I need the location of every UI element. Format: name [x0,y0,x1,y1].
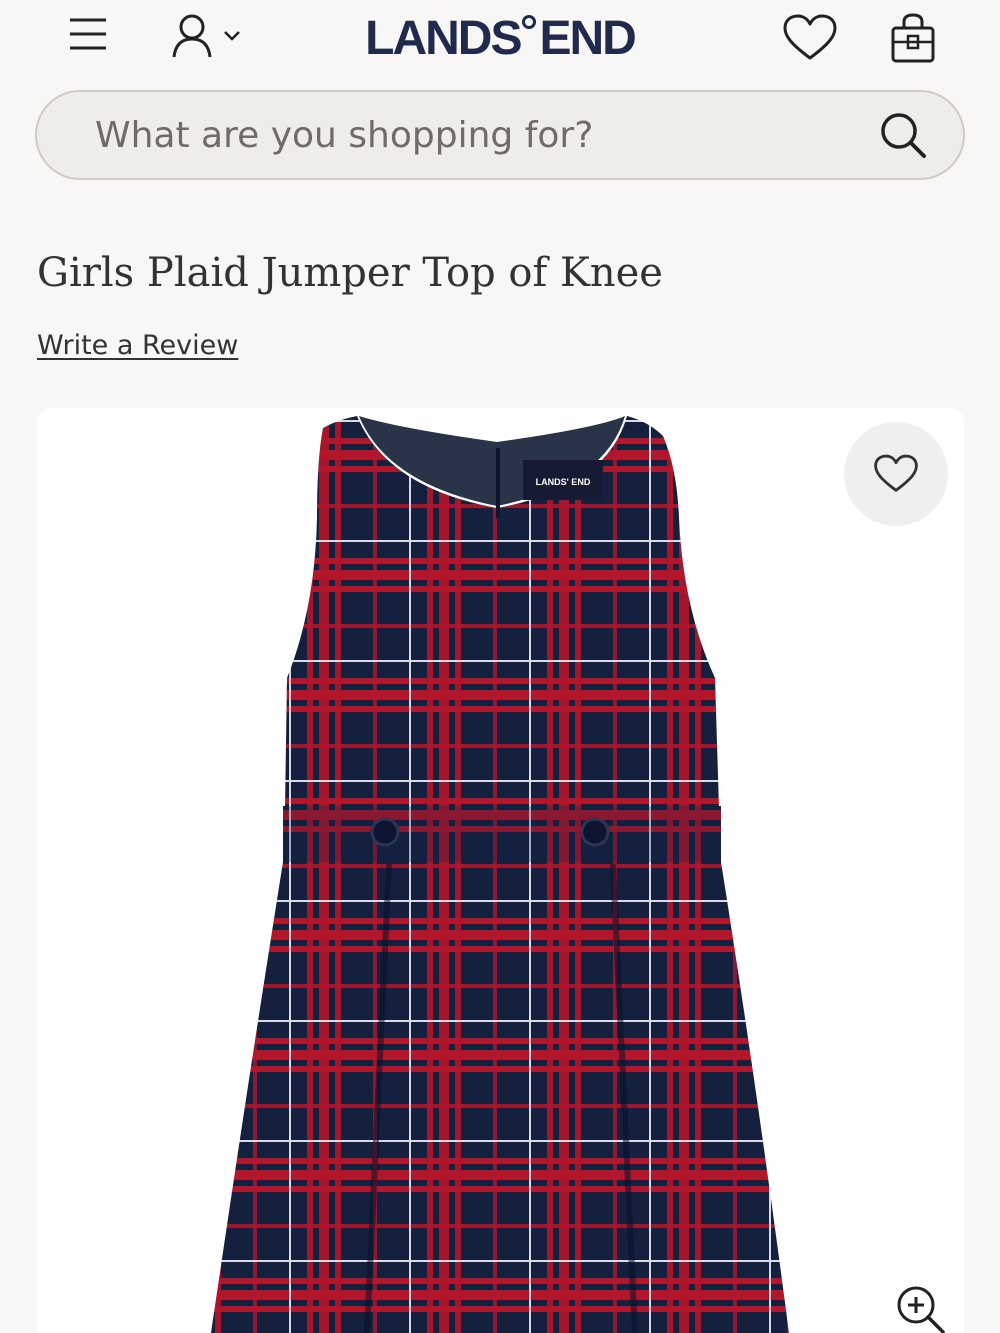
chevron-down-icon [224,31,240,41]
garment-label-text: LANDS' END [536,477,591,487]
product-title: Girls Plaid Jumper Top of Knee [37,250,663,296]
logo-text-right: END [539,11,636,65]
wishlist-button[interactable] [778,8,842,68]
shopping-bag-icon [891,13,935,63]
product-image[interactable]: LANDS' END [37,408,964,1333]
search-input[interactable] [37,92,863,178]
waistband-button-left [370,817,400,847]
user-icon [172,14,212,58]
account-button[interactable] [160,8,250,64]
zoom-in-icon [897,1286,945,1333]
search-bar [35,90,965,180]
site-header: LANDS END [0,0,1000,80]
waistband-button-right [580,817,610,847]
jumper-skirt [211,862,789,1333]
brand-logo[interactable]: LANDS END [340,8,660,68]
shopping-bag-button[interactable] [880,8,946,68]
image-wishlist-button[interactable] [844,422,948,526]
plaid-jumper-image: LANDS' END [211,416,789,1333]
heart-icon [783,14,837,60]
write-review-link[interactable]: Write a Review [37,330,238,361]
menu-button[interactable] [60,10,116,58]
hamburger-menu-icon [70,18,106,50]
heart-icon [874,454,918,492]
zoom-button[interactable] [890,1279,950,1333]
search-button[interactable] [863,95,943,175]
logo-dot-icon [522,15,537,29]
logo-text-left: LANDS [365,11,522,65]
search-icon [881,113,926,158]
